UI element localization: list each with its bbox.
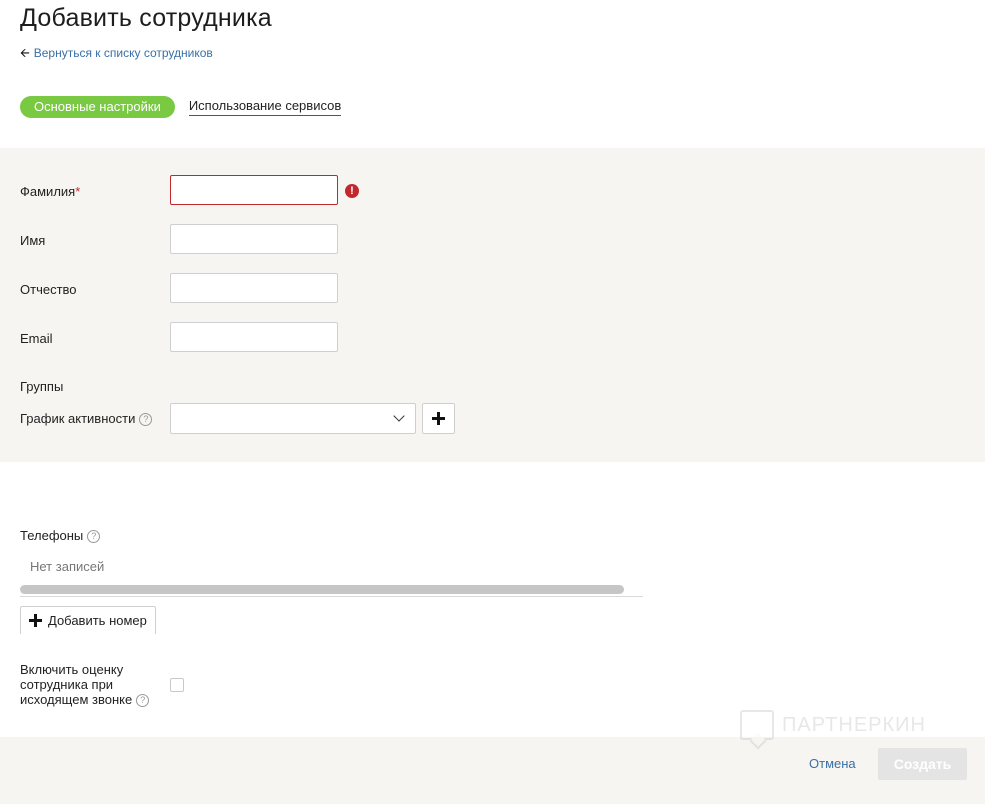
tabs: Основные настройки Использование сервисо… [20, 96, 342, 118]
last-name-label-text: Фамилия [20, 184, 76, 199]
page-title: Добавить сотрудника [20, 4, 272, 32]
watermark-text: ПАРТНЕРКИН [782, 713, 926, 736]
middle-name-label: Отчество [20, 282, 77, 297]
activity-schedule-label-text: График активности [20, 411, 136, 426]
tab-services-usage[interactable]: Использование сервисов [188, 98, 342, 116]
first-name-label: Имя [20, 233, 46, 248]
back-to-employees-link[interactable]: 🡨 Вернуться к списку сотрудников [20, 46, 213, 60]
scrollbar-thumb[interactable] [20, 585, 624, 594]
back-link-label: Вернуться к списку сотрудников [33, 46, 213, 60]
plus-icon [432, 412, 445, 425]
arrow-left-icon: 🡨 [20, 46, 30, 60]
email-input[interactable] [170, 322, 338, 352]
tab-main-settings[interactable]: Основные настройки [20, 96, 175, 118]
watermark: ПАРТНЕРКИН [740, 710, 926, 740]
help-icon[interactable]: ? [139, 413, 153, 427]
create-button[interactable]: Создать [878, 748, 967, 780]
groups-label: Группы [20, 379, 64, 394]
add-schedule-button[interactable] [422, 403, 455, 434]
phones-label: Телефоны? [20, 528, 101, 544]
email-label: Email [20, 331, 53, 346]
chevron-down-icon [393, 410, 405, 422]
error-icon: ! [345, 184, 359, 198]
required-mark: * [75, 184, 81, 199]
first-name-input[interactable] [170, 224, 338, 254]
add-number-label: Добавить номер [48, 613, 147, 628]
activity-schedule-label: График активности? [20, 411, 153, 427]
middle-name-input[interactable] [170, 273, 338, 303]
add-number-button[interactable]: Добавить номер [20, 606, 156, 634]
chat-bubble-icon [740, 710, 774, 740]
evaluation-checkbox[interactable] [170, 678, 184, 692]
plus-icon [29, 614, 42, 627]
help-icon[interactable]: ? [87, 530, 101, 544]
help-icon[interactable]: ? [136, 694, 150, 708]
last-name-input[interactable] [170, 175, 338, 205]
cancel-button[interactable]: Отмена [809, 756, 856, 771]
phones-label-text: Телефоны [20, 528, 84, 543]
last-name-label: Фамилия* [20, 184, 80, 199]
evaluation-label: Включить оценку сотрудника при исходящем… [20, 662, 160, 708]
horizontal-scrollbar[interactable] [20, 584, 643, 597]
evaluation-label-text: Включить оценку сотрудника при исходящем… [20, 662, 133, 707]
empty-phones-text: Нет записей [30, 559, 105, 574]
activity-schedule-select[interactable] [170, 403, 416, 434]
